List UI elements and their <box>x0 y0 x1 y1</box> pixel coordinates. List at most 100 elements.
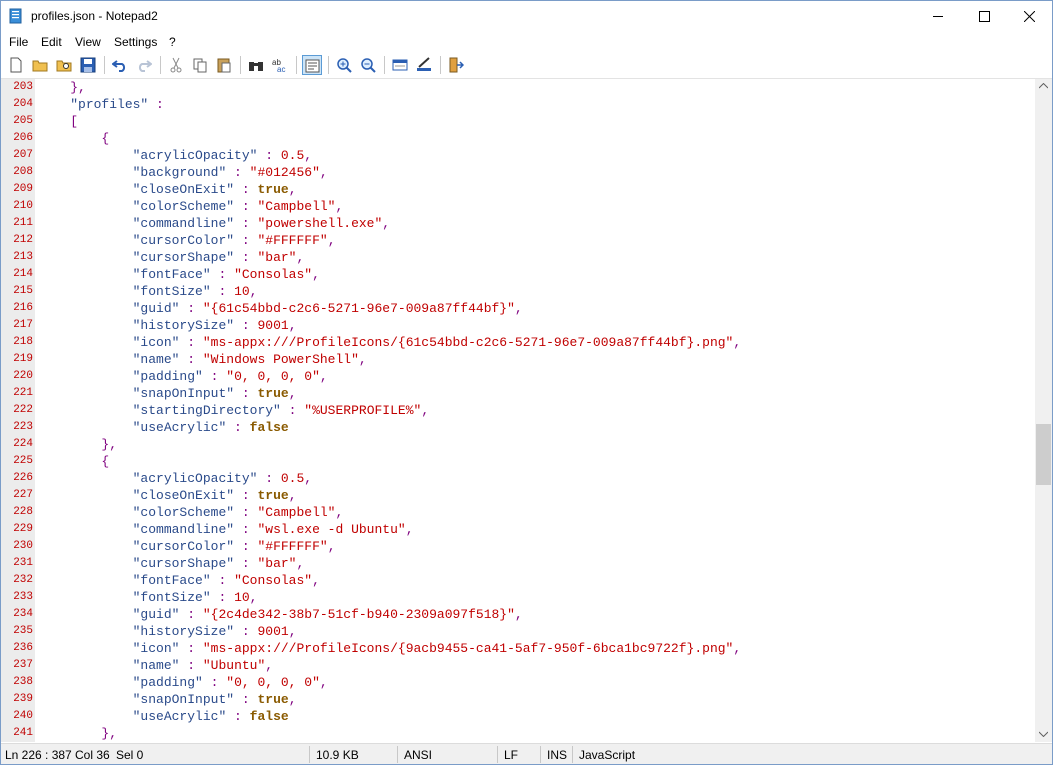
word-wrap-button[interactable] <box>302 55 322 75</box>
status-separator <box>309 746 310 763</box>
line-text: "historySize" : 9001, <box>132 624 297 639</box>
menu-settings[interactable]: Settings <box>114 35 157 49</box>
code-line[interactable]: 207 "acrylicOpacity" : 0.5, <box>1 147 1035 164</box>
line-number: 240 <box>13 710 33 722</box>
status-encoding[interactable]: ANSI <box>404 748 432 762</box>
code-line[interactable]: 222 "startingDirectory" : "%USERPROFILE%… <box>1 402 1035 419</box>
line-number: 204 <box>13 98 33 110</box>
code-line[interactable]: 212 "cursorColor" : "#FFFFFF", <box>1 232 1035 249</box>
exit-button[interactable] <box>446 55 466 75</box>
line-text: "guid" : "{61c54bbd-c2c6-5271-96e7-009a8… <box>132 301 523 316</box>
zoom-in-button[interactable] <box>334 55 354 75</box>
code-line[interactable]: 204 "profiles" : <box>1 96 1035 113</box>
code-line[interactable]: 209 "closeOnExit" : true, <box>1 181 1035 198</box>
status-insert-mode[interactable]: INS <box>547 748 567 762</box>
code-line[interactable]: 233 "fontSize" : 10, <box>1 589 1035 606</box>
line-text: "cursorColor" : "#FFFFFF", <box>132 539 336 554</box>
status-bar: Ln 226 : 387 Col 36 Sel 0 10.9 KB ANSI L… <box>1 743 1052 764</box>
code-line[interactable]: 219 "name" : "Windows PowerShell", <box>1 351 1035 368</box>
code-line[interactable]: 239 "snapOnInput" : true, <box>1 691 1035 708</box>
scroll-up-icon[interactable] <box>1039 83 1048 89</box>
redo-button[interactable] <box>134 55 154 75</box>
menu-help[interactable]: ? <box>169 35 176 49</box>
line-number: 238 <box>13 676 33 688</box>
window-title: profiles.json - Notepad2 <box>31 9 158 23</box>
code-line[interactable]: 225 { <box>1 453 1035 470</box>
toolbar: ab ac <box>1 52 1052 79</box>
cut-button[interactable] <box>166 55 186 75</box>
open-file-button[interactable] <box>30 55 50 75</box>
line-number: 234 <box>13 608 33 620</box>
code-line[interactable]: 217 "historySize" : 9001, <box>1 317 1035 334</box>
code-line[interactable]: 205 [ <box>1 113 1035 130</box>
code-line[interactable]: 216 "guid" : "{61c54bbd-c2c6-5271-96e7-0… <box>1 300 1035 317</box>
code-line[interactable]: 203 }, <box>1 79 1035 96</box>
browse-button[interactable] <box>54 55 74 75</box>
line-number: 203 <box>13 81 33 93</box>
code-line[interactable]: 235 "historySize" : 9001, <box>1 623 1035 640</box>
new-file-button[interactable] <box>6 55 26 75</box>
code-line[interactable]: 224 }, <box>1 436 1035 453</box>
code-line[interactable]: 238 "padding" : "0, 0, 0, 0", <box>1 674 1035 691</box>
line-text: "name" : "Windows PowerShell", <box>132 352 367 367</box>
code-line[interactable]: 230 "cursorColor" : "#FFFFFF", <box>1 538 1035 555</box>
code-line[interactable]: 228 "colorScheme" : "Campbell", <box>1 504 1035 521</box>
code-line[interactable]: 215 "fontSize" : 10, <box>1 283 1035 300</box>
code-line[interactable]: 208 "background" : "#012456", <box>1 164 1035 181</box>
line-text: "profiles" : <box>70 97 164 112</box>
text-editor[interactable]: 203 }, 204 "profiles" :205 [206 {207 "acr… <box>1 79 1035 742</box>
code-line[interactable]: 227 "closeOnExit" : true, <box>1 487 1035 504</box>
code-line[interactable]: 206 { <box>1 130 1035 147</box>
toolbar-separator <box>384 56 385 74</box>
line-text: "cursorShape" : "bar", <box>132 250 305 265</box>
code-line[interactable]: 211 "commandline" : "powershell.exe", <box>1 215 1035 232</box>
code-line[interactable]: 241 }, <box>1 725 1035 742</box>
customize-button[interactable] <box>414 55 434 75</box>
menu-edit[interactable]: Edit <box>41 35 62 49</box>
code-line[interactable]: 240 "useAcrylic" : false <box>1 708 1035 725</box>
vertical-scrollbar[interactable] <box>1035 79 1052 742</box>
code-line[interactable]: 213 "cursorShape" : "bar", <box>1 249 1035 266</box>
line-text: "commandline" : "powershell.exe", <box>132 216 391 231</box>
scroll-down-icon[interactable] <box>1039 731 1048 737</box>
scheme-button[interactable] <box>390 55 410 75</box>
menu-file[interactable]: File <box>9 35 28 49</box>
replace-button[interactable]: ab ac <box>270 55 290 75</box>
find-button[interactable] <box>246 55 266 75</box>
code-line[interactable]: 221 "snapOnInput" : true, <box>1 385 1035 402</box>
code-line[interactable]: 232 "fontFace" : "Consolas", <box>1 572 1035 589</box>
undo-button[interactable] <box>110 55 130 75</box>
status-separator <box>572 746 573 763</box>
code-line[interactable]: 236 "icon" : "ms-appx:///ProfileIcons/{9… <box>1 640 1035 657</box>
code-line[interactable]: 220 "padding" : "0, 0, 0, 0", <box>1 368 1035 385</box>
minimize-button[interactable] <box>915 1 961 31</box>
line-number: 241 <box>13 727 33 739</box>
scrollbar-thumb[interactable] <box>1036 424 1051 485</box>
code-line[interactable]: 237 "name" : "Ubuntu", <box>1 657 1035 674</box>
code-line[interactable]: 210 "colorScheme" : "Campbell", <box>1 198 1035 215</box>
code-line[interactable]: 218 "icon" : "ms-appx:///ProfileIcons/{6… <box>1 334 1035 351</box>
copy-button[interactable] <box>190 55 210 75</box>
code-line[interactable]: 226 "acrylicOpacity" : 0.5, <box>1 470 1035 487</box>
save-button[interactable] <box>78 55 98 75</box>
code-line[interactable]: 229 "commandline" : "wsl.exe -d Ubuntu", <box>1 521 1035 538</box>
code-line[interactable]: 223 "useAcrylic" : false <box>1 419 1035 436</box>
line-number: 205 <box>13 115 33 127</box>
notepad-app-icon <box>9 8 22 24</box>
status-language[interactable]: JavaScript <box>579 748 635 762</box>
status-line-ending[interactable]: LF <box>504 748 518 762</box>
line-number: 213 <box>13 251 33 263</box>
code-line[interactable]: 231 "cursorShape" : "bar", <box>1 555 1035 572</box>
line-number: 217 <box>13 319 33 331</box>
menu-view[interactable]: View <box>75 35 101 49</box>
line-text: { <box>101 131 110 146</box>
cut-icon <box>170 57 182 73</box>
maximize-icon <box>979 11 990 22</box>
close-button[interactable] <box>1006 1 1052 31</box>
maximize-button[interactable] <box>961 1 1007 31</box>
code-line[interactable]: 214 "fontFace" : "Consolas", <box>1 266 1035 283</box>
paste-button[interactable] <box>214 55 234 75</box>
code-line[interactable]: 234 "guid" : "{2c4de342-38b7-51cf-b940-2… <box>1 606 1035 623</box>
title-bar[interactable]: profiles.json - Notepad2 <box>1 1 1052 31</box>
zoom-out-button[interactable] <box>358 55 378 75</box>
